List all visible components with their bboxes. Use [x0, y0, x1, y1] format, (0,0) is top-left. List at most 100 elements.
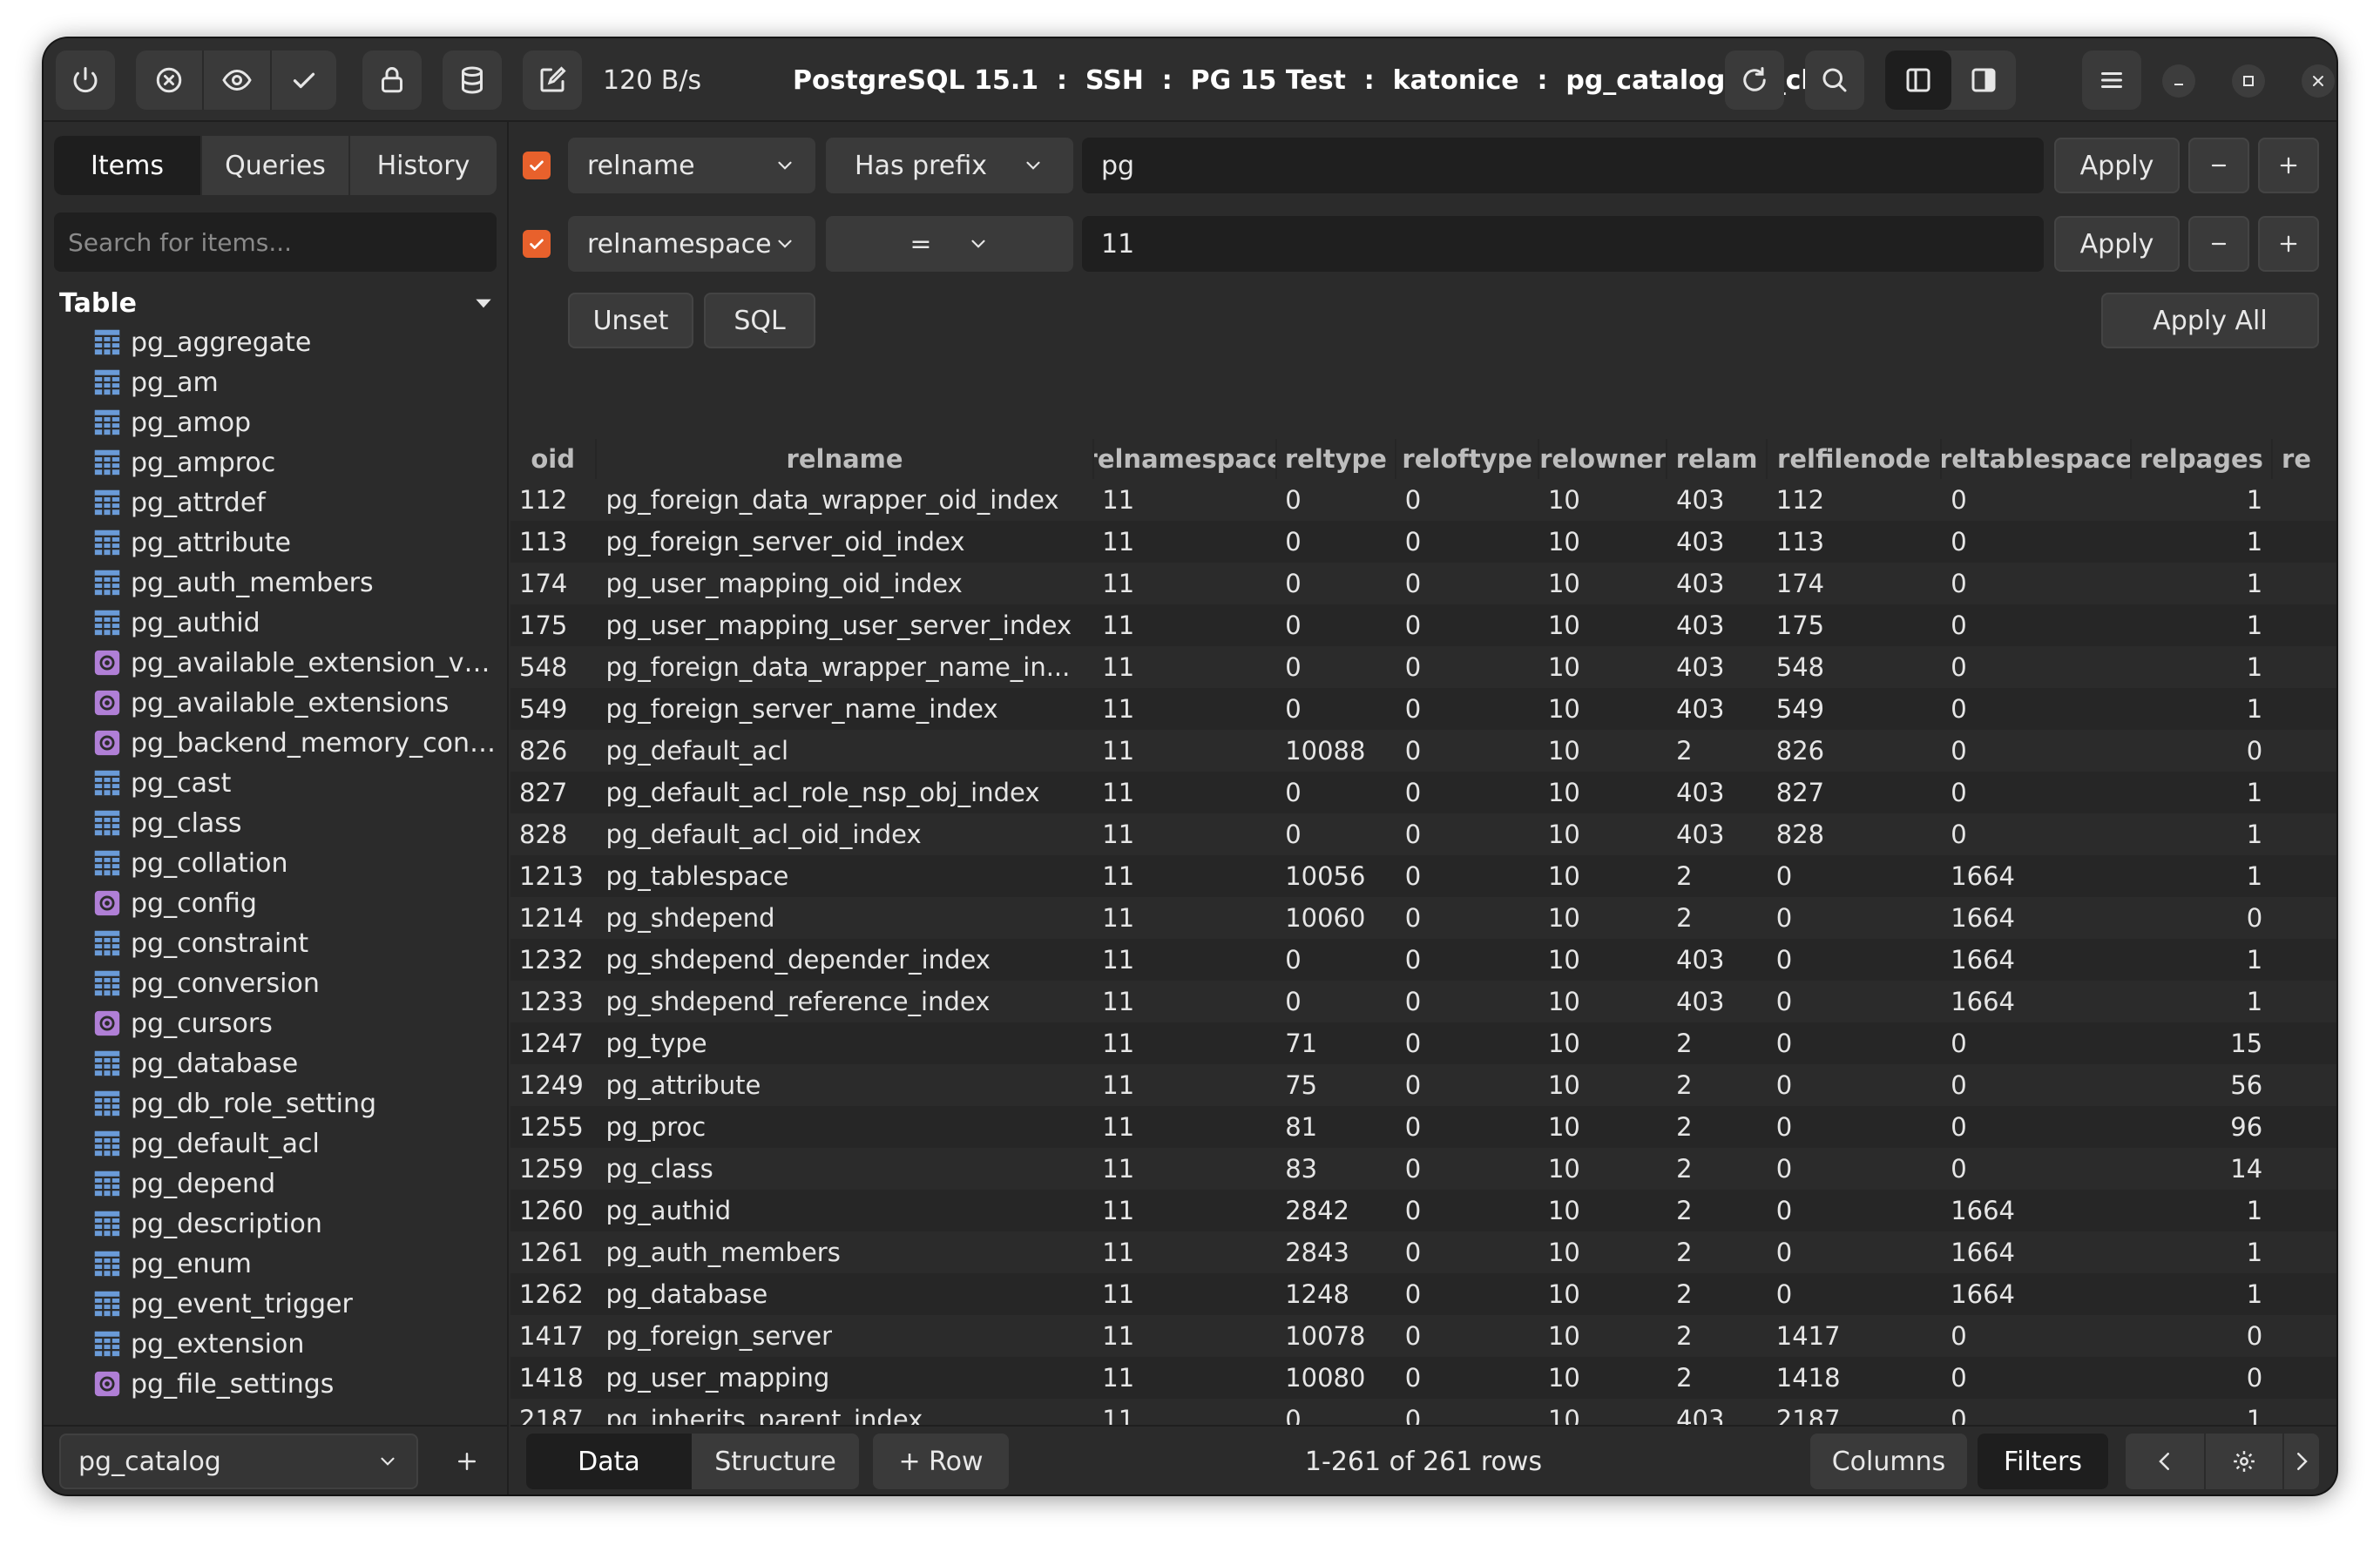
table-cell[interactable]: 175 [1768, 604, 1942, 646]
table-cell[interactable]: 1664 [1942, 897, 2132, 939]
table-cell[interactable]: 0 [2132, 730, 2273, 772]
disconnect-button[interactable] [136, 51, 202, 110]
table-cell[interactable]: 56 [2132, 1064, 2273, 1106]
table-cell[interactable]: pg_proc [597, 1106, 1093, 1148]
table-cell[interactable]: 549 [1768, 688, 1942, 730]
table-cell[interactable] [2273, 1273, 2336, 1315]
column-header[interactable]: relfilenode [1768, 439, 1943, 479]
edit-button[interactable] [523, 51, 582, 110]
sidebar-item[interactable]: pg_file_settings [44, 1364, 509, 1404]
table-cell[interactable]: 83 [1276, 1148, 1396, 1190]
table-row[interactable]: 174 pg_user_mapping_oid_index 11 0 0 10 403 174… [510, 563, 2336, 604]
table-row[interactable]: 549 pg_foreign_server_name_index 11 0 0 10 403… [510, 688, 2336, 730]
table-cell[interactable] [2273, 772, 2336, 813]
table-cell[interactable]: 10 [1539, 813, 1667, 855]
table-cell[interactable]: 0 [1396, 1064, 1539, 1106]
column-header[interactable]: relowner [1539, 439, 1668, 479]
tab-queries[interactable]: Queries [202, 136, 350, 195]
table-cell[interactable]: 15 [2132, 1022, 2273, 1064]
table-cell[interactable] [2273, 1357, 2336, 1399]
sidebar-item[interactable]: pg_db_role_setting [44, 1083, 509, 1123]
sidebar-item[interactable]: pg_attribute [44, 523, 509, 563]
table-cell[interactable]: 2 [1667, 1231, 1768, 1273]
sidebar-item[interactable]: pg_available_extensions [44, 683, 509, 723]
table-cell[interactable]: pg_foreign_server_name_index [597, 688, 1093, 730]
table-cell[interactable]: 0 [1276, 813, 1396, 855]
sidebar-item[interactable]: pg_class [44, 803, 509, 843]
table-cell[interactable]: 1247 [510, 1022, 597, 1064]
table-cell[interactable]: 0 [1396, 981, 1539, 1022]
table-cell[interactable]: 1664 [1942, 939, 2132, 981]
table-cell[interactable]: 1262 [510, 1273, 597, 1315]
table-cell[interactable]: 11 [1093, 1190, 1276, 1231]
table-cell[interactable]: 0 [1276, 981, 1396, 1022]
table-cell[interactable]: pg_auth_members [597, 1231, 1093, 1273]
table-cell[interactable]: pg_shdepend [597, 897, 1093, 939]
table-cell[interactable]: 11 [1093, 1148, 1276, 1190]
table-cell[interactable]: 112 [510, 479, 597, 521]
table-cell[interactable]: 2843 [1276, 1231, 1396, 1273]
table-cell[interactable]: 1418 [510, 1357, 597, 1399]
table-cell[interactable]: 10 [1539, 604, 1667, 646]
table-cell[interactable]: 403 [1667, 646, 1768, 688]
table-cell[interactable]: 0 [1396, 1231, 1539, 1273]
table-cell[interactable]: 11 [1093, 521, 1276, 563]
table-cell[interactable]: pg_foreign_server_oid_index [597, 521, 1093, 563]
table-cell[interactable]: 10 [1539, 521, 1667, 563]
columns-button[interactable]: Columns [1810, 1434, 1967, 1489]
table-cell[interactable]: 0 [1942, 563, 2132, 604]
table-cell[interactable]: 0 [1396, 563, 1539, 604]
column-header[interactable]: reloftype [1396, 439, 1540, 479]
table-cell[interactable]: 11 [1093, 1231, 1276, 1273]
table-cell[interactable]: 11 [1093, 1315, 1276, 1357]
column-header[interactable]: oid [510, 439, 598, 479]
table-cell[interactable]: 1255 [510, 1106, 597, 1148]
sidebar-item[interactable]: pg_constraint [44, 923, 509, 963]
sidebar-item[interactable]: pg_enum [44, 1244, 509, 1284]
sidebar-item[interactable]: pg_depend [44, 1164, 509, 1204]
table-cell[interactable]: 1 [2132, 772, 2273, 813]
minimize-button[interactable] [2162, 64, 2195, 98]
table-cell[interactable]: 0 [1276, 604, 1396, 646]
column-header[interactable]: reltablespace [1942, 439, 2132, 479]
sidebar-item[interactable]: pg_backend_memory_contexts [44, 723, 509, 763]
table-cell[interactable]: 1233 [510, 981, 597, 1022]
table-cell[interactable]: 0 [1942, 1022, 2132, 1064]
table-cell[interactable]: 548 [1768, 646, 1942, 688]
table-cell[interactable]: 0 [1768, 1231, 1942, 1273]
table-cell[interactable]: 11 [1093, 855, 1276, 897]
table-cell[interactable]: 2842 [1276, 1190, 1396, 1231]
table-cell[interactable]: 175 [510, 604, 597, 646]
table-cell[interactable]: 2 [1667, 855, 1768, 897]
table-cell[interactable]: 0 [1942, 1148, 2132, 1190]
sidebar-item[interactable]: pg_amproc [44, 442, 509, 482]
table-cell[interactable]: 1249 [510, 1064, 597, 1106]
table-cell[interactable]: 0 [1942, 730, 2132, 772]
table-cell[interactable]: 11 [1093, 646, 1276, 688]
table-cell[interactable]: 1 [2132, 521, 2273, 563]
menu-button[interactable] [2082, 51, 2141, 110]
table-cell[interactable]: 549 [510, 688, 597, 730]
sql-filter-button[interactable]: SQL [704, 293, 815, 348]
table-cell[interactable]: 0 [1768, 1273, 1942, 1315]
table-cell[interactable]: 96 [2132, 1106, 2273, 1148]
sidebar-item[interactable]: pg_database [44, 1043, 509, 1083]
table-row[interactable]: 826 pg_default_acl 11 10088 0 10 2 826 0 0 [510, 730, 2336, 772]
column-header[interactable]: relname [597, 439, 1094, 479]
sidebar-item[interactable]: pg_conversion [44, 963, 509, 1003]
table-cell[interactable]: 0 [1396, 897, 1539, 939]
database-button[interactable] [443, 51, 502, 110]
table-cell[interactable]: 0 [1768, 1148, 1942, 1190]
table-cell[interactable]: 1 [2132, 646, 2273, 688]
table-cell[interactable]: 0 [1942, 604, 2132, 646]
table-cell[interactable]: 1214 [510, 897, 597, 939]
table-cell[interactable]: 0 [1768, 1064, 1942, 1106]
column-header[interactable]: re [2273, 439, 2336, 479]
table-cell[interactable]: 0 [1942, 1106, 2132, 1148]
remove-filter-button[interactable] [2188, 138, 2249, 193]
column-header[interactable]: relnamespace [1094, 439, 1277, 479]
toggle-left-sidebar-button[interactable] [1885, 51, 1951, 110]
table-cell[interactable]: 0 [1276, 646, 1396, 688]
table-cell[interactable]: 10 [1539, 1106, 1667, 1148]
lock-button[interactable] [362, 51, 422, 110]
